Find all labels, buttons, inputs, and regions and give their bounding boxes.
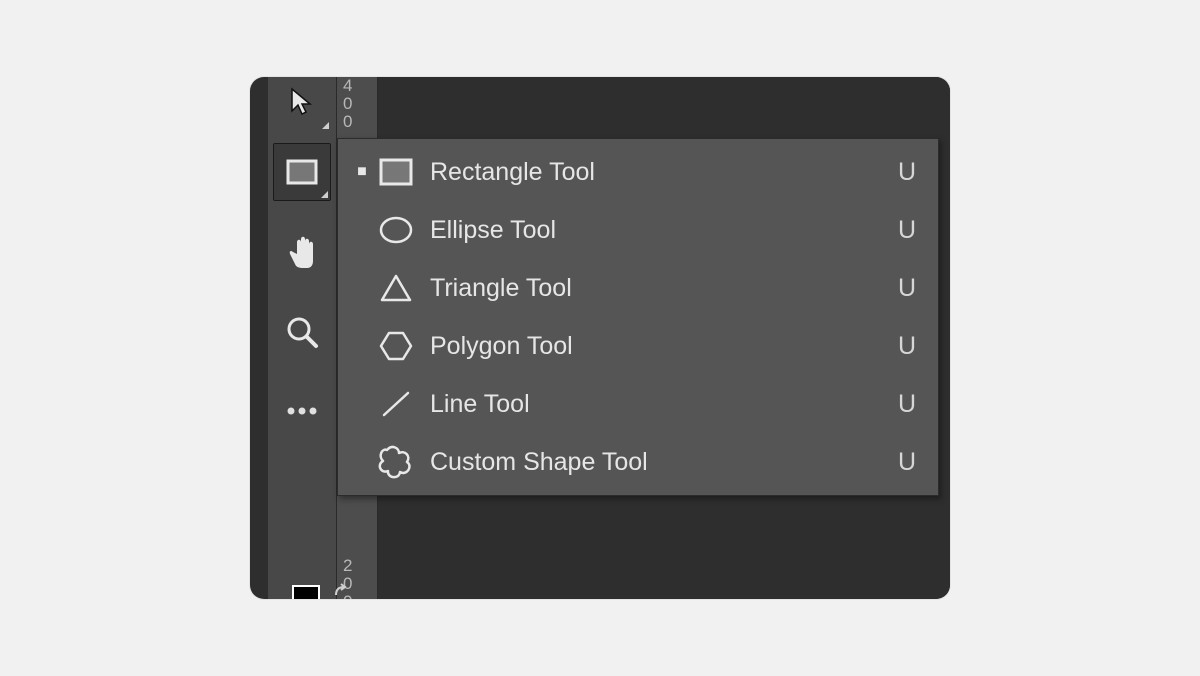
flyout-item-label: Triangle Tool [420,274,892,303]
flyout-item-label: Line Tool [420,390,892,419]
flyout-item-label: Ellipse Tool [420,216,892,245]
ruler-mark-top: 4 0 0 [343,77,352,131]
shape-tools-flyout: ■ Rectangle Tool U Ellipse Tool U Triang… [337,138,939,496]
ellipse-icon [372,215,420,245]
flyout-item-label: Polygon Tool [420,332,892,361]
flyout-indicator-icon [322,122,329,129]
foreground-color-swatch[interactable] [292,585,320,599]
flyout-item-ellipse[interactable]: Ellipse Tool U [338,201,938,259]
rectangle-tool-button[interactable] [273,143,331,201]
rectangle-icon [372,157,420,187]
more-tools-button[interactable] [273,391,331,431]
zoom-tool-button[interactable] [273,303,331,361]
hand-tool-button[interactable] [273,223,331,281]
flyout-item-label: Custom Shape Tool [420,448,892,477]
line-icon [372,387,420,421]
flyout-item-shortcut: U [892,158,916,187]
tools-toolbar [268,77,336,599]
cursor-icon [288,87,316,117]
app-screenshot-card: 4 0 0 2 0 0 [250,77,950,599]
flyout-item-line[interactable]: Line Tool U [338,375,938,433]
flyout-indicator-icon [321,191,328,198]
ellipsis-icon [286,406,318,416]
flyout-item-shortcut: U [892,216,916,245]
hand-icon [285,234,319,270]
color-swatches[interactable] [288,581,348,599]
flyout-item-label: Rectangle Tool [420,158,892,187]
flyout-item-polygon[interactable]: Polygon Tool U [338,317,938,375]
flyout-item-triangle[interactable]: Triangle Tool U [338,259,938,317]
polygon-icon [372,329,420,363]
flyout-item-shortcut: U [892,390,916,419]
blob-icon [372,444,420,480]
flyout-item-custom-shape[interactable]: Custom Shape Tool U [338,433,938,491]
flyout-item-rectangle[interactable]: ■ Rectangle Tool U [338,143,938,201]
swap-colors-icon[interactable] [333,583,351,599]
selected-indicator-icon: ■ [352,163,372,181]
move-tool-button[interactable] [273,77,331,131]
triangle-icon [372,272,420,304]
magnifier-icon [285,315,319,349]
flyout-item-shortcut: U [892,332,916,361]
flyout-item-shortcut: U [892,448,916,477]
flyout-item-shortcut: U [892,274,916,303]
rectangle-icon [286,159,318,185]
